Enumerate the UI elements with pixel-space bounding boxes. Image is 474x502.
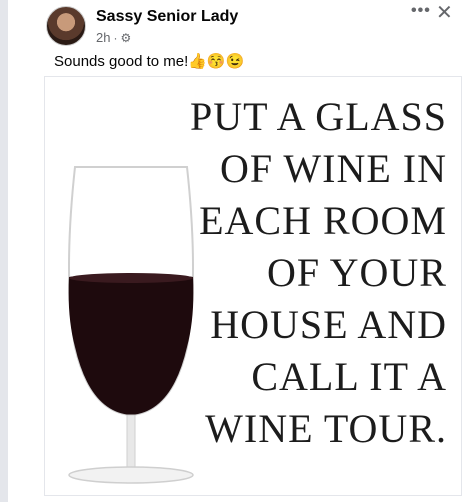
quote-line: HOUSE AND: [210, 302, 447, 347]
left-border: [0, 0, 8, 502]
author-name[interactable]: Sassy Senior Lady: [96, 8, 238, 26]
avatar[interactable]: [46, 6, 86, 46]
quote-line: EACH ROOM: [199, 198, 447, 243]
quote-line: PUT A GLASS: [189, 94, 447, 139]
gear-icon[interactable]: ⚙: [120, 31, 131, 45]
post-card: Sassy Senior Lady 2h · ⚙ ••• ✕ Sounds go…: [0, 0, 474, 502]
quote-line: OF WINE IN: [219, 146, 447, 191]
quote-line: CALL IT A: [251, 354, 447, 399]
post-time[interactable]: 2h: [96, 30, 110, 45]
quote-line: WINE TOUR.: [205, 406, 447, 451]
meta-separator: ·: [113, 30, 118, 45]
more-options-button[interactable]: •••: [411, 2, 431, 20]
close-button[interactable]: ✕: [436, 0, 453, 25]
quote-text: PUT A GLASS OF WINE IN EACH ROOM OF YOUR…: [147, 91, 447, 455]
post-image[interactable]: PUT A GLASS OF WINE IN EACH ROOM OF YOUR…: [44, 76, 462, 496]
quote-line: OF YOUR: [267, 250, 447, 295]
post-caption: Sounds good to me!👍😚😉: [54, 53, 245, 70]
post-meta: 2h · ⚙: [96, 30, 131, 45]
